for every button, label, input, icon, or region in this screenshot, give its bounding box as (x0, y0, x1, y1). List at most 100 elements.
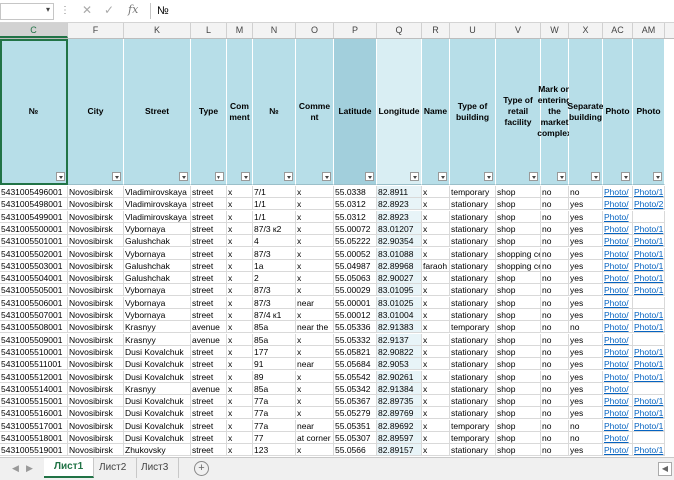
column-letter-am[interactable]: AM (633, 23, 665, 38)
filter-dropdown-icon[interactable] (529, 172, 538, 181)
column-letter-n[interactable]: N (253, 23, 296, 38)
table-cell[interactable]: no (541, 198, 569, 211)
table-cell[interactable]: 1/1 (253, 198, 296, 211)
table-cell[interactable]: shop (496, 222, 541, 235)
table-cell[interactable]: faraoh (422, 259, 450, 272)
table-cell[interactable]: 5431005505001 (0, 284, 68, 297)
table-cell[interactable]: x (227, 382, 253, 395)
table-cell[interactable]: x (296, 210, 334, 223)
photo-link[interactable]: Photo/1 (633, 358, 665, 371)
column-letter-ac[interactable]: AC (603, 23, 633, 38)
table-cell[interactable]: no (541, 333, 569, 346)
table-cell[interactable]: 85a (253, 321, 296, 334)
table-cell[interactable]: yes (569, 198, 603, 211)
table-cell[interactable]: shop (496, 382, 541, 395)
table-cell[interactable]: street (191, 370, 227, 383)
table-cell[interactable]: x (422, 395, 450, 408)
column-letter-f[interactable]: F (68, 23, 124, 38)
table-cell[interactable]: x (227, 186, 253, 198)
table-cell[interactable]: stationary (450, 259, 496, 272)
table-cell[interactable]: 55.05367 (334, 395, 377, 408)
table-cell[interactable]: Galushchak (124, 235, 191, 248)
table-cell[interactable]: Novosibirsk (68, 309, 124, 321)
photo-link[interactable]: Photo/ (603, 358, 633, 371)
table-cell[interactable]: Novosibirsk (68, 419, 124, 432)
table-cell[interactable]: at corner (296, 432, 334, 444)
table-cell[interactable]: no (541, 407, 569, 420)
table-cell[interactable]: 55.00052 (334, 247, 377, 260)
table-cell[interactable]: yes (569, 358, 603, 371)
table-cell[interactable]: Novosibirsk (68, 444, 124, 457)
table-cell[interactable]: street (191, 419, 227, 432)
table-cell[interactable]: 5431005499001 (0, 210, 68, 223)
table-cell[interactable]: near the (296, 321, 334, 334)
table-cell[interactable]: 55.00012 (334, 309, 377, 321)
header-cell[interactable]: Type of building (450, 39, 496, 185)
table-cell[interactable]: Novosibirsk (68, 198, 124, 211)
table-cell[interactable]: street (191, 222, 227, 235)
table-cell[interactable]: 82.89769 (377, 407, 422, 420)
scroll-left-icon[interactable]: ◀ (658, 462, 672, 476)
table-cell[interactable]: no (541, 432, 569, 444)
table-cell[interactable]: 5431005507001 (0, 309, 68, 321)
table-cell[interactable]: 5431005512001 (0, 370, 68, 383)
table-cell[interactable]: Galushchak (124, 272, 191, 285)
photo-link[interactable]: Photo/1 (633, 222, 665, 235)
table-cell[interactable]: 55.0338 (334, 186, 377, 198)
table-cell[interactable]: shop (496, 333, 541, 346)
table-cell[interactable]: no (541, 272, 569, 285)
table-cell[interactable]: 55.0566 (334, 444, 377, 457)
table-cell[interactable]: Novosibirsk (68, 321, 124, 334)
table-cell[interactable]: yes (569, 210, 603, 223)
table-cell[interactable]: x (422, 333, 450, 346)
photo-link[interactable]: Photo/ (603, 407, 633, 420)
table-cell[interactable]: Dusi Kovalchuk (124, 432, 191, 444)
photo-link[interactable]: Photo/ (603, 321, 633, 334)
header-cell[interactable]: № (0, 39, 68, 185)
photo-link[interactable]: Photo/ (603, 296, 633, 309)
table-cell[interactable]: 85a (253, 333, 296, 346)
table-cell[interactable]: 83.01088 (377, 247, 422, 260)
table-cell[interactable]: street (191, 358, 227, 371)
photo-link[interactable]: Photo/1 (633, 309, 665, 321)
photo-link[interactable]: Photo/ (603, 259, 633, 272)
table-cell[interactable]: 55.05684 (334, 358, 377, 371)
table-cell[interactable]: x (227, 419, 253, 432)
table-cell[interactable]: Dusi Kovalchuk (124, 370, 191, 383)
header-cell[interactable]: Comme nt (296, 39, 334, 185)
table-cell[interactable]: Novosibirsk (68, 247, 124, 260)
table-cell[interactable]: 55.00001 (334, 296, 377, 309)
table-cell[interactable]: x (227, 444, 253, 457)
table-cell[interactable]: 55.05542 (334, 370, 377, 383)
column-letter-x[interactable]: X (569, 23, 603, 38)
photo-link[interactable]: Photo/ (603, 370, 633, 383)
photo-link[interactable]: Photo/ (603, 272, 633, 285)
photo-link[interactable]: Photo/ (603, 235, 633, 248)
column-letter-o[interactable]: O (296, 23, 334, 38)
header-cell[interactable]: Separate building (568, 39, 603, 185)
table-cell[interactable]: shopping ce (496, 247, 541, 260)
table-cell[interactable]: 55.05342 (334, 382, 377, 395)
table-cell[interactable]: stationary (450, 444, 496, 457)
table-cell[interactable]: yes (569, 284, 603, 297)
table-cell[interactable]: shop (496, 370, 541, 383)
table-cell[interactable]: x (422, 186, 450, 198)
table-cell[interactable]: yes (569, 309, 603, 321)
table-cell[interactable]: 5431005516001 (0, 407, 68, 420)
table-cell[interactable]: street (191, 259, 227, 272)
table-cell[interactable]: stationary (450, 309, 496, 321)
formula-input[interactable]: № (150, 3, 672, 19)
table-cell[interactable]: x (422, 296, 450, 309)
table-cell[interactable]: x (422, 222, 450, 235)
table-cell[interactable]: 87/3 к2 (253, 222, 296, 235)
table-cell[interactable]: Novosibirsk (68, 284, 124, 297)
table-cell[interactable]: street (191, 284, 227, 297)
table-cell[interactable]: stationary (450, 198, 496, 211)
table-cell[interactable]: x (296, 444, 334, 457)
table-cell[interactable]: Novosibirsk (68, 395, 124, 408)
table-cell[interactable]: shop (496, 395, 541, 408)
table-cell[interactable]: x (422, 198, 450, 211)
table-cell[interactable]: yes (569, 333, 603, 346)
table-cell[interactable]: 1a (253, 259, 296, 272)
table-cell[interactable]: x (296, 259, 334, 272)
